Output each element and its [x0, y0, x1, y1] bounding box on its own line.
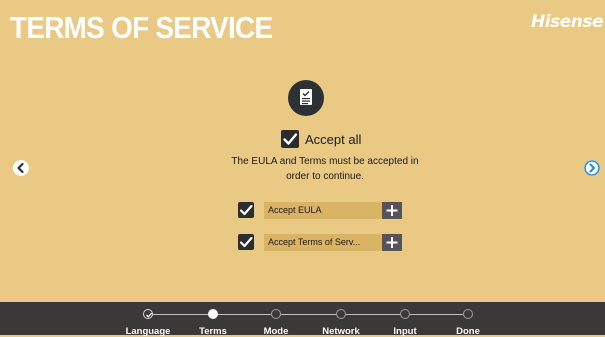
checkmark-icon: [283, 133, 298, 145]
notice-line: The EULA and Terms must be accepted in: [231, 156, 419, 167]
page-title: TERMS OF SERVICE: [10, 10, 273, 45]
notice-line: order to continue.: [286, 171, 364, 182]
step-label-mode: Mode: [263, 326, 289, 337]
chevron-left-icon: [17, 162, 24, 174]
step-label-terms: Terms: [199, 326, 227, 337]
step-done-indicator: [463, 309, 473, 319]
document-check-icon: [288, 80, 324, 116]
setup-progress-bar: Language Terms Mode Network Input Done: [0, 302, 605, 337]
previous-button[interactable]: [13, 160, 29, 176]
accept-all-checkbox[interactable]: [281, 130, 299, 148]
terms-row[interactable]: Accept Terms of Serv...: [238, 233, 402, 251]
accept-all-row[interactable]: Accept all: [281, 129, 361, 149]
terms-label[interactable]: Accept Terms of Serv...: [264, 233, 382, 251]
step-network-indicator: [336, 309, 346, 319]
chevron-right-icon: [584, 160, 600, 176]
next-button[interactable]: [584, 160, 600, 176]
step-input-indicator: [400, 309, 410, 319]
progress-line: [148, 314, 468, 315]
check-icon: [146, 312, 153, 318]
eula-expand-button[interactable]: [382, 201, 402, 219]
plus-icon: [386, 204, 398, 216]
step-label-input: Input: [393, 326, 417, 337]
checkmark-icon: [239, 204, 253, 216]
step-language-indicator: [143, 309, 153, 319]
eula-checkbox[interactable]: [238, 202, 254, 218]
step-label-done: Done: [456, 326, 480, 337]
step-terms-indicator: [208, 309, 218, 319]
step-mode-indicator: [271, 309, 281, 319]
accept-all-label: Accept all: [305, 131, 362, 147]
step-label-language: Language: [125, 326, 171, 337]
plus-icon: [386, 236, 398, 248]
checkmark-icon: [239, 236, 253, 248]
eula-row[interactable]: Accept EULA: [238, 201, 402, 219]
terms-expand-button[interactable]: [382, 233, 402, 251]
terms-checkbox[interactable]: [238, 234, 254, 250]
eula-label[interactable]: Accept EULA: [264, 201, 382, 219]
brand-logo: Hisense: [531, 12, 603, 32]
terms-notice: The EULA and Terms must be accepted in o…: [200, 154, 450, 184]
step-label-network: Network: [322, 326, 360, 337]
